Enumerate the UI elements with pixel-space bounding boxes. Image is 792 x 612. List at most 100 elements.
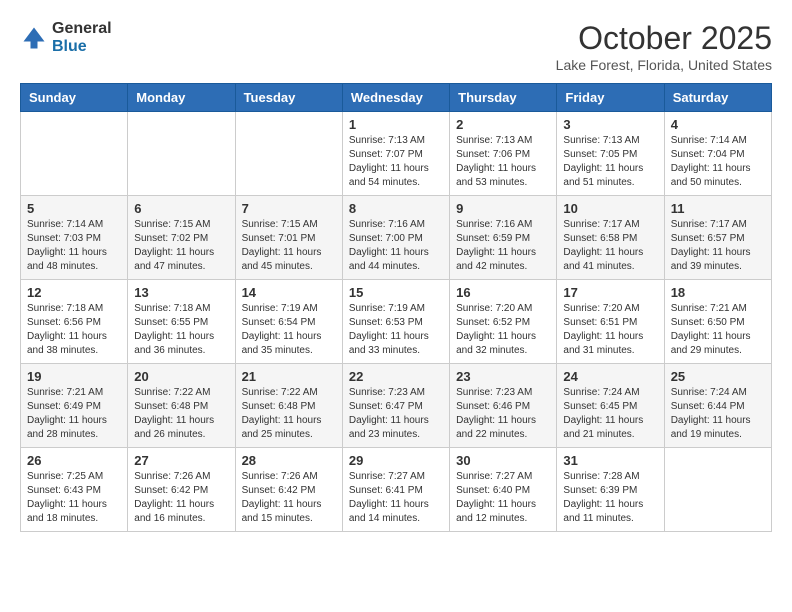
day-number: 13	[134, 285, 228, 300]
page-header: General Blue October 2025 Lake Forest, F…	[20, 20, 772, 73]
day-info: Sunrise: 7:13 AM Sunset: 7:06 PM Dayligh…	[456, 134, 550, 190]
day-info: Sunrise: 7:24 AM Sunset: 6:45 PM Dayligh…	[563, 386, 657, 442]
day-cell: 27Sunrise: 7:26 AM Sunset: 6:42 PM Dayli…	[128, 448, 235, 532]
day-cell: 25Sunrise: 7:24 AM Sunset: 6:44 PM Dayli…	[664, 364, 771, 448]
location-subtitle: Lake Forest, Florida, United States	[556, 57, 772, 73]
day-number: 6	[134, 201, 228, 216]
day-number: 7	[242, 201, 336, 216]
day-info: Sunrise: 7:22 AM Sunset: 6:48 PM Dayligh…	[134, 386, 228, 442]
day-cell: 2 Sunrise: 7:13 AM Sunset: 7:06 PM Daylig…	[450, 112, 557, 196]
day-cell: 20 Sunrise: 7:22 AM Sunset: 6:48 PM Dayli…	[128, 364, 235, 448]
day-number: 4	[671, 117, 765, 132]
day-cell: 5Sunrise: 7:14 AM Sunset: 7:03 PM Daylig…	[21, 196, 128, 280]
day-number: 16	[456, 285, 550, 300]
day-cell: 12Sunrise: 7:18 AM Sunset: 6:56 PM Dayli…	[21, 280, 128, 364]
day-cell: 7Sunrise: 7:15 AM Sunset: 7:01 PM Daylig…	[235, 196, 342, 280]
day-cell: 30 Sunrise: 7:27 AM Sunset: 6:40 PM Dayli…	[450, 448, 557, 532]
day-number: 21	[242, 369, 336, 384]
day-info: Sunrise: 7:27 AM Sunset: 6:40 PM Dayligh…	[456, 470, 550, 526]
day-number: 1	[349, 117, 443, 132]
weekday-header-row: SundayMondayTuesdayWednesdayThursdayFrid…	[21, 84, 772, 112]
day-info: Sunrise: 7:15 AM Sunset: 7:02 PM Dayligh…	[134, 218, 228, 274]
logo-icon	[20, 24, 48, 52]
day-info: Sunrise: 7:17 AM Sunset: 6:58 PM Dayligh…	[563, 218, 657, 274]
day-info: Sunrise: 7:17 AM Sunset: 6:57 PM Dayligh…	[671, 218, 765, 274]
day-number: 2	[456, 117, 550, 132]
day-cell: 23Sunrise: 7:23 AM Sunset: 6:46 PM Dayli…	[450, 364, 557, 448]
week-row-2: 5Sunrise: 7:14 AM Sunset: 7:03 PM Daylig…	[21, 196, 772, 280]
weekday-header-monday: Monday	[128, 84, 235, 112]
day-cell: 22Sunrise: 7:23 AM Sunset: 6:47 PM Dayli…	[342, 364, 449, 448]
day-info: Sunrise: 7:23 AM Sunset: 6:46 PM Dayligh…	[456, 386, 550, 442]
day-number: 19	[27, 369, 121, 384]
day-info: Sunrise: 7:16 AM Sunset: 7:00 PM Dayligh…	[349, 218, 443, 274]
day-number: 26	[27, 453, 121, 468]
day-cell: 21Sunrise: 7:22 AM Sunset: 6:48 PM Dayli…	[235, 364, 342, 448]
day-cell: 19 Sunrise: 7:21 AM Sunset: 6:49 PM Dayli…	[21, 364, 128, 448]
day-cell: 18 Sunrise: 7:21 AM Sunset: 6:50 PM Dayli…	[664, 280, 771, 364]
weekday-header-tuesday: Tuesday	[235, 84, 342, 112]
day-cell: 31 Sunrise: 7:28 AM Sunset: 6:39 PM Dayli…	[557, 448, 664, 532]
day-number: 25	[671, 369, 765, 384]
day-info: Sunrise: 7:23 AM Sunset: 6:47 PM Dayligh…	[349, 386, 443, 442]
day-cell: 28 Sunrise: 7:26 AM Sunset: 6:42 PM Dayli…	[235, 448, 342, 532]
day-info: Sunrise: 7:21 AM Sunset: 6:50 PM Dayligh…	[671, 302, 765, 358]
day-number: 3	[563, 117, 657, 132]
day-cell	[128, 112, 235, 196]
day-cell: 4Sunrise: 7:14 AM Sunset: 7:04 PM Daylig…	[664, 112, 771, 196]
day-info: Sunrise: 7:26 AM Sunset: 6:42 PM Dayligh…	[134, 470, 228, 526]
day-number: 30	[456, 453, 550, 468]
weekday-header-friday: Friday	[557, 84, 664, 112]
day-info: Sunrise: 7:26 AM Sunset: 6:42 PM Dayligh…	[242, 470, 336, 526]
day-number: 17	[563, 285, 657, 300]
day-cell: 1 Sunrise: 7:13 AM Sunset: 7:07 PM Daylig…	[342, 112, 449, 196]
calendar-body: 1 Sunrise: 7:13 AM Sunset: 7:07 PM Daylig…	[21, 112, 772, 532]
weekday-header-wednesday: Wednesday	[342, 84, 449, 112]
logo-text: General Blue	[52, 20, 112, 55]
week-row-1: 1 Sunrise: 7:13 AM Sunset: 7:07 PM Daylig…	[21, 112, 772, 196]
day-number: 10	[563, 201, 657, 216]
day-info: Sunrise: 7:25 AM Sunset: 6:43 PM Dayligh…	[27, 470, 121, 526]
day-info: Sunrise: 7:18 AM Sunset: 6:56 PM Dayligh…	[27, 302, 121, 358]
day-cell: 26 Sunrise: 7:25 AM Sunset: 6:43 PM Dayli…	[21, 448, 128, 532]
day-info: Sunrise: 7:21 AM Sunset: 6:49 PM Dayligh…	[27, 386, 121, 442]
day-cell: 16 Sunrise: 7:20 AM Sunset: 6:52 PM Dayli…	[450, 280, 557, 364]
day-number: 8	[349, 201, 443, 216]
day-info: Sunrise: 7:13 AM Sunset: 7:07 PM Dayligh…	[349, 134, 443, 190]
day-number: 9	[456, 201, 550, 216]
day-number: 31	[563, 453, 657, 468]
weekday-header-saturday: Saturday	[664, 84, 771, 112]
day-number: 28	[242, 453, 336, 468]
day-info: Sunrise: 7:20 AM Sunset: 6:51 PM Dayligh…	[563, 302, 657, 358]
day-number: 18	[671, 285, 765, 300]
day-info: Sunrise: 7:19 AM Sunset: 6:54 PM Dayligh…	[242, 302, 336, 358]
day-cell: 11 Sunrise: 7:17 AM Sunset: 6:57 PM Dayli…	[664, 196, 771, 280]
day-cell: 8 Sunrise: 7:16 AM Sunset: 7:00 PM Daylig…	[342, 196, 449, 280]
week-row-3: 12Sunrise: 7:18 AM Sunset: 6:56 PM Dayli…	[21, 280, 772, 364]
weekday-header-thursday: Thursday	[450, 84, 557, 112]
day-number: 29	[349, 453, 443, 468]
day-info: Sunrise: 7:18 AM Sunset: 6:55 PM Dayligh…	[134, 302, 228, 358]
day-cell	[235, 112, 342, 196]
day-number: 15	[349, 285, 443, 300]
day-cell: 29Sunrise: 7:27 AM Sunset: 6:41 PM Dayli…	[342, 448, 449, 532]
day-info: Sunrise: 7:20 AM Sunset: 6:52 PM Dayligh…	[456, 302, 550, 358]
day-info: Sunrise: 7:16 AM Sunset: 6:59 PM Dayligh…	[456, 218, 550, 274]
day-cell	[664, 448, 771, 532]
calendar-table: SundayMondayTuesdayWednesdayThursdayFrid…	[20, 83, 772, 532]
day-number: 11	[671, 201, 765, 216]
day-cell: 24 Sunrise: 7:24 AM Sunset: 6:45 PM Dayli…	[557, 364, 664, 448]
day-info: Sunrise: 7:19 AM Sunset: 6:53 PM Dayligh…	[349, 302, 443, 358]
week-row-4: 19 Sunrise: 7:21 AM Sunset: 6:49 PM Dayli…	[21, 364, 772, 448]
logo: General Blue	[20, 20, 112, 55]
day-number: 20	[134, 369, 228, 384]
day-cell: 17 Sunrise: 7:20 AM Sunset: 6:51 PM Dayli…	[557, 280, 664, 364]
day-cell: 15 Sunrise: 7:19 AM Sunset: 6:53 PM Dayli…	[342, 280, 449, 364]
day-cell: 13 Sunrise: 7:18 AM Sunset: 6:55 PM Dayli…	[128, 280, 235, 364]
month-title: October 2025	[556, 20, 772, 57]
logo-blue: Blue	[52, 38, 112, 56]
day-cell: 14Sunrise: 7:19 AM Sunset: 6:54 PM Dayli…	[235, 280, 342, 364]
day-number: 24	[563, 369, 657, 384]
day-info: Sunrise: 7:28 AM Sunset: 6:39 PM Dayligh…	[563, 470, 657, 526]
day-cell: 9 Sunrise: 7:16 AM Sunset: 6:59 PM Daylig…	[450, 196, 557, 280]
